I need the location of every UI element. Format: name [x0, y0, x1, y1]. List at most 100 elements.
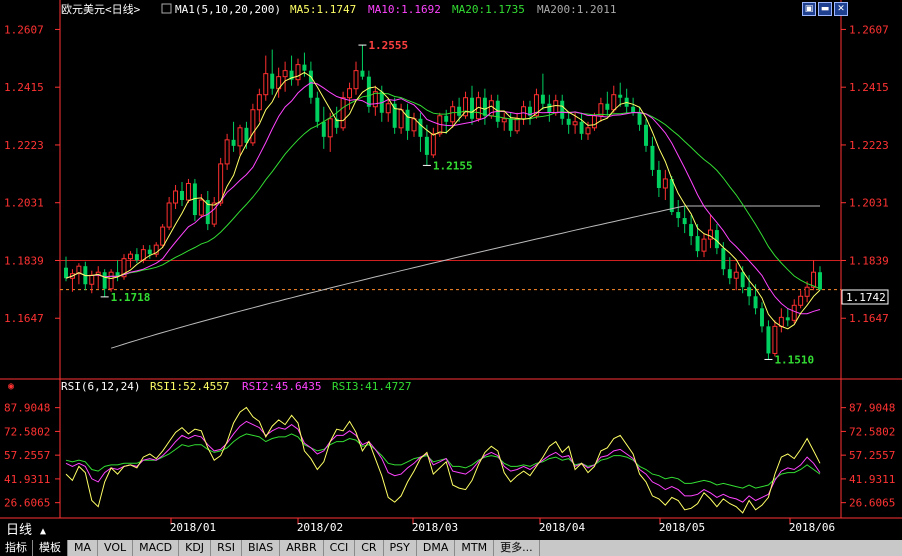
forex-chart-window: 1.2607 1.2415 1.2223 1.2031 1.1839 1.1647 1.2… [0, 0, 902, 556]
candle-body-up [173, 190, 179, 204]
rsi-tick-label-right: 41.9311 [849, 473, 895, 486]
tab-indicator[interactable]: 指标 [0, 540, 33, 556]
ma-label: MA1(5,10,20,200) [175, 3, 281, 16]
mid-low-annotation: 1.2155 [433, 159, 473, 172]
rsi-pane-marker-icon[interactable]: ◉ [8, 381, 14, 392]
candle-body-up [353, 70, 359, 90]
candle-body-down [695, 236, 700, 252]
candle-body-down [302, 64, 307, 71]
price-tick-label-left: 1.2031 [4, 197, 44, 210]
candle-body-down [392, 103, 397, 128]
candle-body-down [766, 326, 771, 354]
candle-body-up [572, 121, 578, 126]
candle-body-up [701, 238, 707, 252]
tab-kdj[interactable]: KDJ [179, 540, 212, 556]
price-tick-label-left: 1.2415 [4, 81, 44, 94]
tab-bias[interactable]: BIAS [242, 540, 281, 556]
candle-body-down [470, 97, 474, 119]
tab-macd[interactable]: MACD [133, 540, 180, 556]
candle-body-down [360, 70, 365, 77]
candle-body-up [411, 118, 417, 132]
candle-body-down [270, 73, 275, 89]
candle-body-up [430, 133, 436, 156]
candle-body-up [160, 226, 166, 246]
price-tick-label-left: 1.2607 [4, 23, 44, 36]
tab-cr[interactable]: CR [355, 540, 384, 556]
candle-body-up [347, 88, 353, 99]
candle-body-up [250, 109, 256, 144]
candle-body-up [295, 64, 301, 81]
tab-dma[interactable]: DMA [417, 540, 456, 556]
candle-body-down [321, 121, 326, 137]
rsi-tick-label-right: 26.6065 [849, 497, 895, 510]
tab-cci[interactable]: CCI [324, 540, 356, 556]
price-tick-label-left: 1.2223 [4, 139, 44, 152]
candle-body-down [102, 272, 107, 289]
candle-body-down [244, 127, 249, 143]
tab-more[interactable]: 更多... [494, 540, 540, 556]
price-tick-label-left: 1.1647 [4, 312, 44, 325]
candle-body-up [501, 118, 507, 123]
candle-body-down [147, 249, 152, 255]
time-axis-label: 2018/06 [789, 521, 835, 534]
tab-template[interactable]: 模板 [33, 540, 68, 556]
candle-body-down [231, 139, 236, 146]
rsi-tick-label-left: 72.5802 [4, 425, 50, 438]
ma10-value: MA10:1.1692 [368, 3, 441, 16]
indicator-settings-icon[interactable] [161, 3, 172, 14]
tab-psy[interactable]: PSY [384, 540, 417, 556]
candle-body-down [631, 106, 636, 113]
candle-body-down [714, 230, 719, 249]
candle-body-up [514, 118, 520, 132]
candle-body-up [611, 94, 617, 111]
chart-canvas[interactable]: 1.2607 1.2415 1.2223 1.2031 1.1839 1.1647 1.2… [0, 0, 902, 540]
period-label[interactable]: 日线 [6, 523, 32, 538]
candle-body-down [605, 103, 610, 110]
price-tick-label-right: 1.2223 [849, 139, 889, 152]
tab-arbr[interactable]: ARBR [280, 540, 324, 556]
high-annotation: 1.2555 [368, 39, 408, 52]
time-axis-label: 2018/04 [539, 521, 586, 534]
tab-mtm[interactable]: MTM [455, 540, 495, 556]
price-tick-label-right: 1.2031 [849, 197, 889, 210]
price-tick-label-left: 1.1839 [4, 254, 44, 267]
candle-body-up [733, 271, 739, 279]
candle-body-up [585, 127, 591, 135]
ma20-value: MA20:1.1735 [452, 3, 525, 16]
current-price-value: 1.1742 [846, 291, 886, 304]
candle-body-down [444, 115, 449, 122]
candle-body-down [64, 267, 68, 279]
tab-rsi[interactable]: RSI [211, 540, 242, 556]
candle-body-up [385, 103, 391, 114]
rsi-tick-label-left: 26.6065 [4, 497, 50, 510]
candle-body-up [327, 118, 333, 138]
candle-body-down [656, 169, 661, 188]
window-restore-icon[interactable]: ▣ [802, 2, 816, 16]
tab-ma[interactable]: MA [68, 540, 99, 556]
rsi3-value: RSI3:41.4727 [332, 380, 411, 393]
candle-body-down [547, 103, 552, 113]
rsi-tick-label-right: 57.2557 [849, 449, 895, 462]
price-tick-label-right: 1.1839 [849, 254, 889, 267]
candle-body-down [747, 287, 752, 297]
candle-body-down [508, 118, 513, 131]
candle-body-down [727, 269, 732, 279]
window-close-icon[interactable]: ✕ [834, 2, 848, 16]
period-dropdown-icon[interactable]: ▲ [40, 526, 46, 537]
candle-body-down [618, 94, 623, 98]
candle-body-up [553, 100, 559, 114]
candle-body-down [134, 254, 139, 261]
candle-body-up [804, 286, 810, 297]
candle-body-up [89, 274, 95, 285]
candle-body-down [682, 218, 687, 225]
window-minimize-icon[interactable]: ▬ [818, 2, 832, 16]
tab-vol[interactable]: VOL [98, 540, 134, 556]
candle-body-up [127, 253, 133, 260]
candle-body-down [457, 106, 462, 116]
candle-body-up [237, 127, 243, 147]
candle-body-up [791, 304, 797, 321]
candle-body-down [560, 100, 565, 119]
candle-body-down [753, 296, 758, 309]
candle-body-up [198, 199, 204, 216]
candle-body-up [340, 97, 346, 129]
